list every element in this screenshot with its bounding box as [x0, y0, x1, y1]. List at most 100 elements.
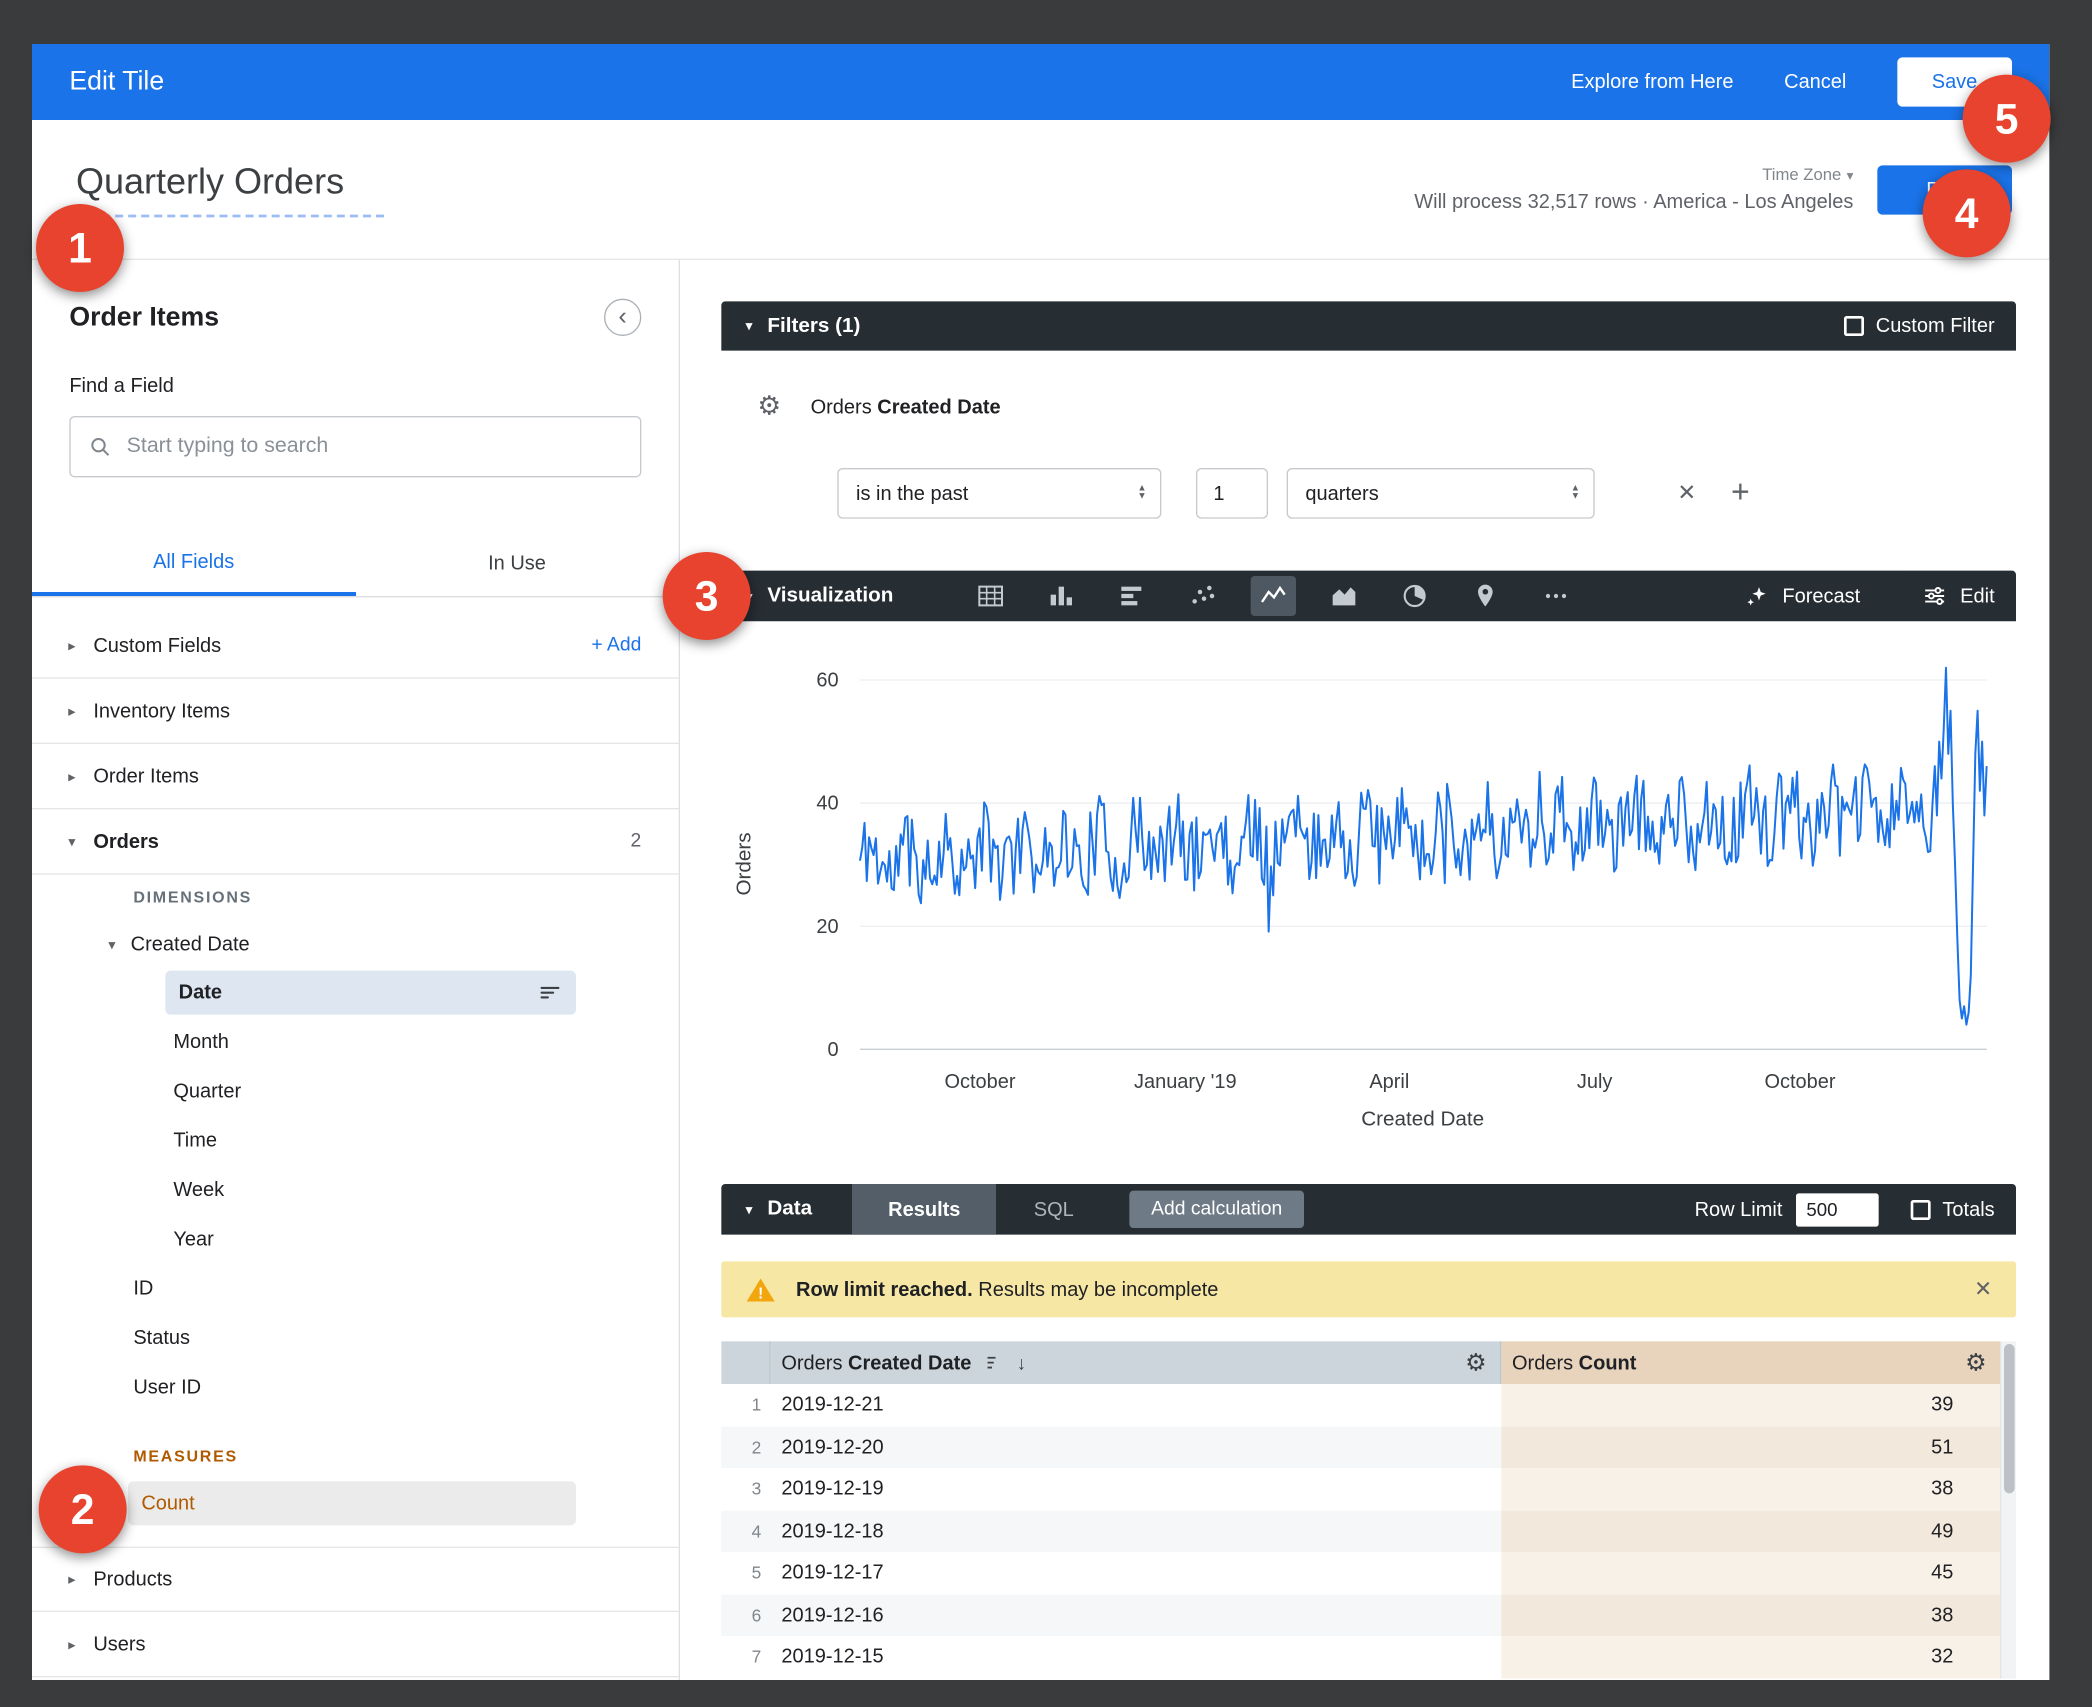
close-warning-icon[interactable]: ✕	[1974, 1276, 1992, 1303]
more-chart-types-icon[interactable]	[1533, 576, 1578, 616]
tab-sql[interactable]: SQL	[1034, 1198, 1074, 1221]
sidebar-field-quarter[interactable]: Quarter	[32, 1067, 679, 1116]
filter-field-name: Orders Created Date	[811, 395, 1001, 418]
scrollbar-thumb[interactable]	[2004, 1344, 2015, 1493]
callout-badge-1: 1	[36, 204, 124, 292]
filter-operator-select[interactable]: is in the past ▲▼	[837, 468, 1161, 519]
sidebar-field-count[interactable]: Count	[32, 1479, 679, 1528]
field-search-box[interactable]	[69, 416, 641, 477]
gear-icon[interactable]: ⚙	[1465, 1351, 1487, 1375]
line-chart-icon[interactable]	[1251, 576, 1296, 616]
sidebar-field-month[interactable]: Month	[32, 1017, 679, 1066]
edit-viz-button[interactable]: Edit	[1922, 583, 1995, 610]
sidebar-field-week[interactable]: Week	[32, 1165, 679, 1214]
sidebar-group-users[interactable]: ▸Users	[32, 1612, 679, 1677]
table-chart-icon[interactable]	[968, 576, 1013, 616]
x-tick: October	[1764, 1071, 1835, 1093]
cell-created-date[interactable]: 2019-12-19	[771, 1468, 1502, 1510]
y-tick: 40	[816, 793, 838, 815]
bar-chart-icon[interactable]	[1039, 576, 1084, 616]
add-calculation-button[interactable]: Add calculation	[1130, 1191, 1304, 1228]
sidebar-title: Order Items	[69, 302, 219, 333]
row-number: 5	[721, 1552, 770, 1594]
column-header-count[interactable]: Orders Count ⚙	[1501, 1341, 2000, 1384]
map-chart-icon[interactable]	[1463, 576, 1508, 616]
cell-count[interactable]: 45	[1501, 1552, 2000, 1594]
sort-desc-icon: ↓	[1017, 1352, 1026, 1373]
tile-name[interactable]: Quarterly Orders	[76, 161, 384, 217]
filters-bar: ▾ Filters (1) Custom Filter	[721, 301, 2016, 350]
subgroup-label: Created Date	[131, 933, 250, 956]
cell-created-date[interactable]: 2019-12-15	[771, 1636, 1502, 1678]
cell-count[interactable]: 49	[1501, 1510, 2000, 1552]
cell-count[interactable]: 51	[1501, 1426, 2000, 1468]
cell-count[interactable]: 38	[1501, 1468, 2000, 1510]
explore-from-here-link[interactable]: Explore from Here	[1571, 71, 1733, 94]
forecast-button[interactable]: Forecast	[1744, 583, 1860, 610]
sidebar-field-year[interactable]: Year	[32, 1215, 679, 1264]
sidebar-field-time[interactable]: Time	[32, 1116, 679, 1165]
collapse-sidebar-button[interactable]: ‹	[604, 299, 641, 336]
callout-badge-3: 3	[663, 552, 751, 640]
custom-filter-checkbox[interactable]: Custom Filter	[1844, 315, 1995, 338]
totals-checkbox[interactable]: Totals	[1910, 1198, 1994, 1221]
chevron-down-icon[interactable]: ▾	[745, 317, 752, 334]
checkbox-icon	[1910, 1199, 1930, 1219]
row-number: 3	[721, 1468, 770, 1510]
scatter-chart-icon[interactable]	[1180, 576, 1225, 616]
chevron-down-icon: ▾	[101, 935, 122, 952]
chevron-down-icon: ▾	[61, 833, 82, 850]
gear-icon[interactable]: ⚙	[757, 393, 781, 420]
cancel-button[interactable]: Cancel	[1784, 71, 1846, 94]
sidebar-group-custom-fields[interactable]: ▸Custom Fields+ Add	[32, 613, 679, 678]
table-scrollbar[interactable]	[2000, 1341, 2016, 1678]
timezone-label: Time Zone	[1762, 165, 1841, 184]
cell-count[interactable]: 38	[1501, 1594, 2000, 1636]
cell-created-date[interactable]: 2019-12-17	[771, 1552, 1502, 1594]
unfold-more-icon: ▲▼	[1137, 485, 1146, 501]
row-number: 1	[721, 1384, 770, 1426]
sidebar-field-status[interactable]: Status	[32, 1313, 679, 1362]
sidebar-group-inventory-items[interactable]: ▸Inventory Items	[32, 679, 679, 744]
sidebar-field-id[interactable]: ID	[32, 1264, 679, 1313]
timezone-dropdown[interactable]: Time Zone▾	[1414, 165, 1853, 184]
search-input[interactable]	[127, 435, 623, 459]
field-label: Date	[179, 981, 222, 1004]
tab-all-fields[interactable]: All Fields	[32, 531, 355, 596]
edit-tile-header: Edit Tile Explore from Here Cancel Save	[32, 44, 2049, 120]
cell-created-date[interactable]: 2019-12-18	[771, 1510, 1502, 1552]
data-bar: ▾ Data Results SQL Add calculation Row L…	[721, 1184, 2016, 1235]
area-chart-icon[interactable]	[1321, 576, 1366, 616]
sidebar-field-date[interactable]: Date	[32, 968, 679, 1017]
sidebar-group-products[interactable]: ▸Products	[32, 1547, 679, 1612]
cell-created-date[interactable]: 2019-12-20	[771, 1426, 1502, 1468]
cell-count[interactable]: 39	[1501, 1384, 2000, 1426]
sidebar-field-user-id[interactable]: User ID	[32, 1363, 679, 1412]
sidebar-group-orders[interactable]: ▾Orders2	[32, 809, 679, 874]
filter-unit-select[interactable]: quarters ▲▼	[1287, 468, 1595, 519]
sidebar-group-order-items[interactable]: ▸Order Items	[32, 744, 679, 809]
add-filter-icon[interactable]: +	[1731, 475, 1750, 512]
row-limit-input[interactable]	[1796, 1193, 1879, 1226]
chevron-left-icon: ‹	[618, 303, 626, 328]
horizontal-bar-chart-icon[interactable]	[1109, 576, 1154, 616]
filter-icon[interactable]	[537, 980, 562, 1005]
cell-created-date[interactable]: 2019-12-16	[771, 1594, 1502, 1636]
pie-chart-icon[interactable]	[1392, 576, 1437, 616]
remove-filter-icon[interactable]: ✕	[1677, 480, 1696, 507]
visualization-section-title: Visualization	[767, 584, 893, 608]
tab-in-use[interactable]: In Use	[355, 531, 678, 596]
chevron-right-icon: ▸	[61, 1635, 82, 1652]
sidebar-subgroup-created-date[interactable]: ▾ Created Date	[32, 920, 679, 968]
add-custom-field-button[interactable]: + Add	[591, 635, 641, 656]
gear-icon[interactable]: ⚙	[1965, 1351, 1987, 1375]
tile-title-row: Quarterly Orders Time Zone▾ Will process…	[32, 120, 2049, 260]
cell-count[interactable]: 32	[1501, 1636, 2000, 1678]
chevron-down-icon[interactable]: ▾	[745, 1201, 752, 1218]
group-label: Custom Fields	[93, 634, 591, 657]
tab-results[interactable]: Results	[852, 1184, 996, 1235]
filter-value-input[interactable]	[1196, 468, 1268, 519]
column-header-created-date[interactable]: Orders Created Date ↓ ⚙	[771, 1341, 1502, 1384]
line-chart: 0 20 40 60 October January '19 April Jul…	[721, 621, 2016, 1184]
cell-created-date[interactable]: 2019-12-21	[771, 1384, 1502, 1426]
